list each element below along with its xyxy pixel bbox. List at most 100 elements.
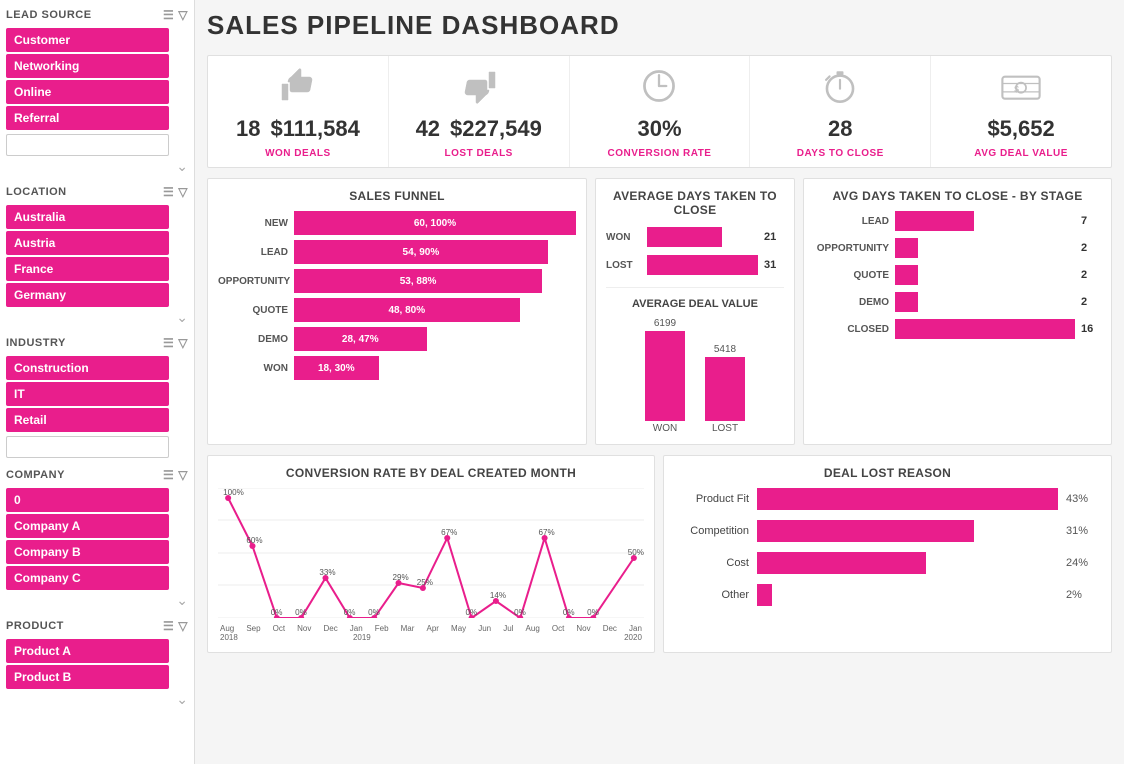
kpi-days-num1: 28 xyxy=(828,116,852,142)
filter-item-construction[interactable]: Construction xyxy=(6,356,169,380)
filter-sort-icon[interactable]: ☰ xyxy=(163,8,174,22)
filter-label-location: LOCATION xyxy=(6,186,67,198)
stage-label-opportunity: OPPORTUNITY xyxy=(814,243,889,254)
scroll-indicator-lead-source: ⌄ xyxy=(6,158,188,175)
stage-row-quote: QUOTE 2 xyxy=(814,265,1101,285)
scroll-indicator-company: ⌄ xyxy=(6,592,188,609)
stage-val-closed: 16 xyxy=(1081,323,1101,335)
conv-x-sep: Sep xyxy=(246,624,260,633)
stage-bar-lead xyxy=(895,211,974,231)
kpi-won-num1: 18 xyxy=(236,116,260,142)
funnel-label-new: NEW xyxy=(218,218,288,229)
funnel-label-demo: DEMO xyxy=(218,334,288,345)
kpi-lost-num2: $227,549 xyxy=(450,116,542,142)
filter-funnel-icon-comp[interactable]: ▽ xyxy=(178,468,188,482)
conv-x-nov: Nov xyxy=(297,624,311,633)
kpi-numbers-days: 28 xyxy=(828,116,852,142)
filter-search-industry[interactable] xyxy=(6,436,169,458)
stage-bar-wrap-quote xyxy=(895,265,1075,285)
avg-deal-lost-col: 5418 LOST xyxy=(705,344,745,434)
filter-item-germany[interactable]: Germany xyxy=(6,283,169,307)
conv-lbl-8: 25% xyxy=(417,578,433,587)
funnel-bar-won: 18, 30% xyxy=(294,356,379,380)
sidebar: LEAD SOURCE ☰ ▽ Customer Networking Onli… xyxy=(0,0,195,764)
funnel-title: SALES FUNNEL xyxy=(218,189,576,203)
filter-item-company-a[interactable]: Company A xyxy=(6,514,169,538)
filter-sort-icon-loc[interactable]: ☰ xyxy=(163,185,174,199)
kpi-days-label: DAYS TO CLOSE xyxy=(797,148,884,159)
filter-section-location: LOCATION ☰ ▽ Australia Austria France Ge… xyxy=(6,183,188,326)
deal-lost-bar-productfit xyxy=(757,488,1058,510)
deal-lost-bar-wrap-competition xyxy=(757,520,1058,542)
stage-bar-wrap-opportunity xyxy=(895,238,1075,258)
conv-year-2019: 2019 xyxy=(353,633,371,642)
kpi-lost-label: LOST DEALS xyxy=(445,148,513,159)
conversion-line xyxy=(228,498,634,618)
filter-item-customer[interactable]: Customer xyxy=(6,28,169,52)
conv-x-dec: Dec xyxy=(323,624,337,633)
filter-item-online[interactable]: Online xyxy=(6,80,169,104)
stage-bar-demo xyxy=(895,292,918,312)
kpi-conversion-num1: 30% xyxy=(637,116,681,142)
filter-sort-icon-comp[interactable]: ☰ xyxy=(163,468,174,482)
filter-item-france[interactable]: France xyxy=(6,257,169,281)
filter-icons-product: ☰ ▽ xyxy=(163,619,188,633)
kpi-won-label: WON DEALS xyxy=(265,148,331,159)
stage-label-demo: DEMO xyxy=(814,297,889,308)
filter-item-0[interactable]: 0 xyxy=(6,488,169,512)
filter-item-it[interactable]: IT xyxy=(6,382,169,406)
filter-search-lead-source[interactable] xyxy=(6,134,169,156)
avg-deal-won-label: WON xyxy=(653,423,677,434)
conv-x-oct2: Oct xyxy=(552,624,564,633)
filter-icons-location: ☰ ▽ xyxy=(163,185,188,199)
funnel-bar-wrap-won: 18, 30% xyxy=(294,356,576,380)
conv-lbl-11: 14% xyxy=(490,591,506,600)
deal-lost-bar-wrap-cost xyxy=(757,552,1058,574)
stage-row-opportunity: OPPORTUNITY 2 xyxy=(814,238,1101,258)
filter-label-industry: INDUSTRY xyxy=(6,337,66,349)
filter-header-company: COMPANY ☰ ▽ xyxy=(6,466,188,484)
funnel-row-demo: DEMO 28, 47% xyxy=(218,327,576,351)
filter-item-austria[interactable]: Austria xyxy=(6,231,169,255)
avg-days-bar-won xyxy=(647,227,722,247)
stage-row-lead: LEAD 7 xyxy=(814,211,1101,231)
deal-lost-row-productfit: Product Fit 43% xyxy=(674,488,1101,510)
avg-days-bar-wrap-won xyxy=(647,227,758,247)
filter-item-australia[interactable]: Australia xyxy=(6,205,169,229)
funnel-row-quote: QUOTE 48, 80% xyxy=(218,298,576,322)
deal-lost-title: DEAL LOST REASON xyxy=(674,466,1101,480)
stage-val-demo: 2 xyxy=(1081,296,1101,308)
funnel-bar-lead: 54, 90% xyxy=(294,240,548,264)
kpi-lost-num1: 42 xyxy=(416,116,440,142)
conversion-rate-chart: CONVERSION RATE BY DEAL CREATED MONTH xyxy=(207,455,655,653)
filter-funnel-icon-prod[interactable]: ▽ xyxy=(178,619,188,633)
conv-x-labels: Aug Sep Oct Nov Dec Jan Feb Mar Apr May … xyxy=(218,624,644,633)
avg-days-label-lost: LOST xyxy=(606,260,641,271)
filter-header-product: PRODUCT ☰ ▽ xyxy=(6,617,188,635)
sales-funnel-chart: SALES FUNNEL NEW 60, 100% LEAD 54, 90% O… xyxy=(207,178,587,445)
filter-item-company-b[interactable]: Company B xyxy=(6,540,169,564)
conv-x-apr: Apr xyxy=(427,624,439,633)
avg-deal-lost-label: LOST xyxy=(712,423,738,434)
stage-row-closed: CLOSED 16 xyxy=(814,319,1101,339)
filter-item-product-b[interactable]: Product B xyxy=(6,665,169,689)
filter-funnel-icon-ind[interactable]: ▽ xyxy=(178,336,188,350)
filter-sort-icon-prod[interactable]: ☰ xyxy=(163,619,174,633)
avg-deal-lost-val: 5418 xyxy=(714,344,736,355)
filter-item-company-c[interactable]: Company C xyxy=(6,566,169,590)
deal-lost-pct-other: 2% xyxy=(1066,589,1101,601)
conv-lbl-4: 33% xyxy=(319,568,335,577)
filter-item-retail[interactable]: Retail xyxy=(6,408,169,432)
filter-item-product-a[interactable]: Product A xyxy=(6,639,169,663)
kpi-numbers-lost: 42 $227,549 xyxy=(416,116,542,142)
filter-sort-icon-ind[interactable]: ☰ xyxy=(163,336,174,350)
stage-bar-opportunity xyxy=(895,238,918,258)
conv-year-2018: 2018 xyxy=(220,633,238,642)
filter-item-networking[interactable]: Networking xyxy=(6,54,169,78)
filter-funnel-icon-loc[interactable]: ▽ xyxy=(178,185,188,199)
avg-days-label-won: WON xyxy=(606,232,641,243)
deal-lost-row-other: Other 2% xyxy=(674,584,1101,606)
filter-item-referral[interactable]: Referral xyxy=(6,106,169,130)
filter-funnel-icon[interactable]: ▽ xyxy=(178,8,188,22)
kpi-avgdeal-num1: $5,652 xyxy=(987,116,1054,142)
